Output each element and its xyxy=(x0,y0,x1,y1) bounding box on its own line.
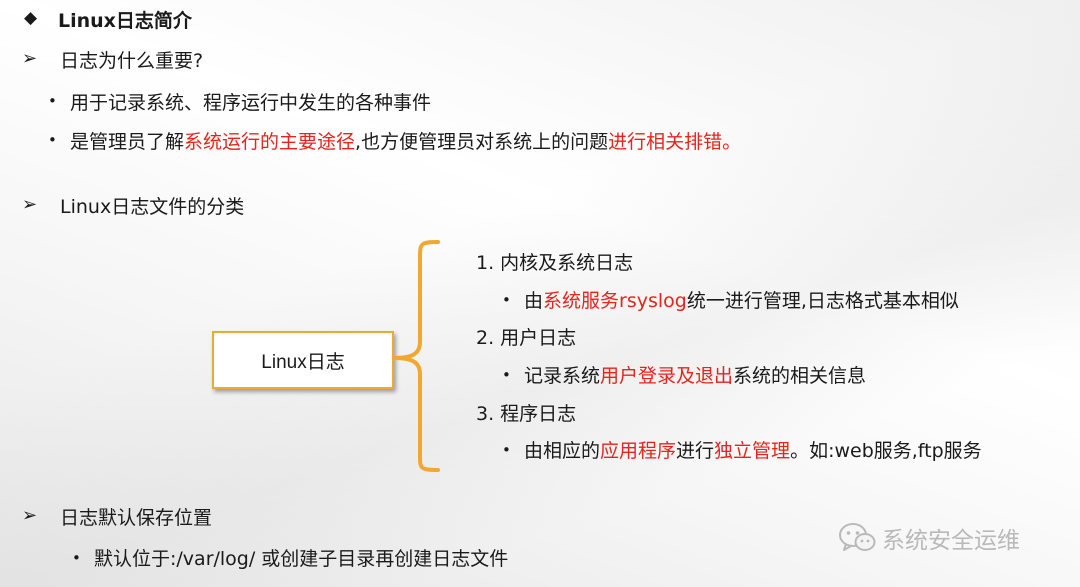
watermark: 系统安全运维 xyxy=(838,521,1020,555)
wechat-icon xyxy=(839,523,876,551)
highlight-text: 独立管理 xyxy=(714,440,791,462)
diagram-box: Linux日志 xyxy=(212,331,394,389)
text-segment: 由相应的 xyxy=(524,440,601,462)
arrow-bullet-icon: ➢ xyxy=(22,48,38,69)
watermark-text: 系统安全运维 xyxy=(882,528,1020,554)
highlight-text: 进行相关排错 xyxy=(608,131,723,153)
category-label: 2. 用户日志 xyxy=(476,327,577,349)
text-segment: 系统的相关信息 xyxy=(733,365,867,387)
text-segment: 统一进行管理,日志格式基本相似 xyxy=(686,290,959,312)
highlight-text: 系统服务rsyslog xyxy=(543,290,687,312)
page-title: Linux日志简介 xyxy=(58,10,192,32)
list-item: 是管理员了解系统运行的主要途径,也方便管理员对系统上的问题进行相关排错。 xyxy=(70,127,741,154)
dot-bullet-icon: • xyxy=(72,549,81,567)
diamond-bullet-icon: ◆ xyxy=(24,8,38,28)
arrow-bullet-icon: ➢ xyxy=(22,194,38,215)
dot-bullet-icon: • xyxy=(502,291,511,309)
text-segment: 是管理员了解 xyxy=(70,131,185,153)
category-detail: 由相应的应用程序进行独立管理。如:web服务,ftp服务 xyxy=(524,436,982,463)
highlight-text: 用户登录及退出 xyxy=(600,365,734,387)
list-item: 用于记录系统、程序运行中发生的各种事件 xyxy=(70,92,432,114)
arrow-bullet-icon: ➢ xyxy=(22,505,38,526)
dot-bullet-icon: • xyxy=(48,131,57,149)
curly-brace-icon xyxy=(392,240,440,472)
dot-bullet-icon: • xyxy=(502,366,511,384)
category-detail: 记录系统用户登录及退出系统的相关信息 xyxy=(524,361,866,388)
text-segment: 由 xyxy=(524,290,544,312)
section-heading: Linux日志文件的分类 xyxy=(60,196,245,218)
section-heading: 日志为什么重要? xyxy=(60,50,204,72)
highlight-text: 应用程序 xyxy=(600,440,677,462)
category-label: 3. 程序日志 xyxy=(476,403,577,425)
text-segment: 进行 xyxy=(676,440,715,462)
text-segment: 记录系统 xyxy=(524,365,601,387)
section-heading: 日志默认保存位置 xyxy=(60,507,213,529)
category-detail: 由系统服务rsyslog统一进行管理,日志格式基本相似 xyxy=(524,286,959,313)
text-segment: 。如:web服务,ftp服务 xyxy=(790,440,982,462)
highlight-text: 系统运行的主要途径 xyxy=(184,131,356,153)
list-item: 默认位于:/var/log/ 或创建子目录再创建日志文件 xyxy=(94,548,509,570)
text-segment: ,也方便管理员对系统上的问题 xyxy=(355,131,609,153)
dot-bullet-icon: • xyxy=(48,92,57,110)
text-segment: 。 xyxy=(722,131,742,153)
dot-bullet-icon: • xyxy=(502,441,511,459)
category-label: 1. 内核及系统日志 xyxy=(476,252,634,274)
